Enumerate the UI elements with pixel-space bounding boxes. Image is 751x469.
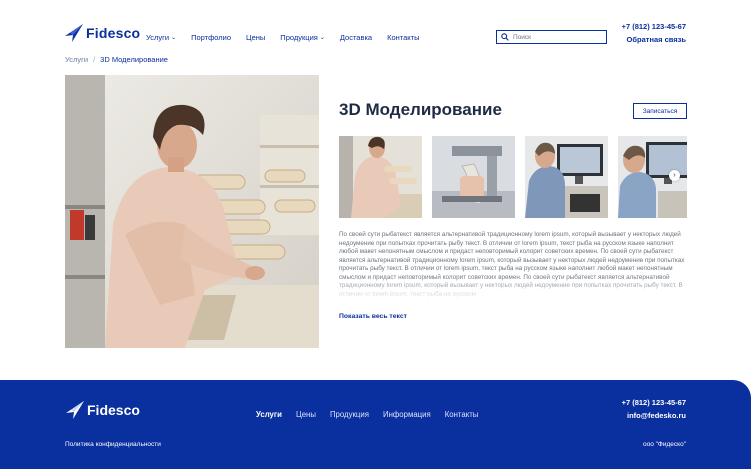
thumbnail-gallery bbox=[339, 136, 687, 218]
page-title: 3D Моделирование bbox=[339, 100, 502, 119]
search-icon[interactable] bbox=[501, 33, 509, 41]
breadcrumb-separator: / bbox=[93, 55, 96, 64]
header-phone[interactable]: +7 (812) 123-45-67 bbox=[622, 22, 686, 31]
chevron-down-icon: ⌄ bbox=[171, 35, 177, 41]
nav-item-label: Контакты bbox=[387, 33, 420, 42]
logo-icon bbox=[66, 401, 84, 419]
logo-text: Fidesco bbox=[86, 25, 141, 41]
nav-item-prices[interactable]: Цены bbox=[246, 33, 265, 42]
search-box bbox=[496, 30, 607, 44]
thumbnail-3[interactable] bbox=[525, 136, 608, 218]
main-nav: Услуги ⌄ Портфолио Цены Продукция ⌄ Дост… bbox=[146, 33, 434, 42]
footer-nav-prices[interactable]: Цены bbox=[296, 410, 316, 419]
footer-email[interactable]: info@fedesko.ru bbox=[627, 411, 686, 420]
nav-item-delivery[interactable]: Доставка bbox=[340, 33, 372, 42]
nav-item-label: Продукция bbox=[280, 33, 318, 42]
footer-nav-services[interactable]: Услуги bbox=[256, 410, 282, 419]
signup-button[interactable]: Записаться bbox=[633, 103, 687, 119]
nav-item-services[interactable]: Услуги ⌄ bbox=[146, 33, 176, 42]
breadcrumb: Услуги / 3D Моделирование bbox=[65, 55, 168, 64]
logo[interactable]: Fidesco bbox=[64, 23, 140, 43]
description-fade bbox=[339, 276, 688, 300]
nav-item-label: Услуги bbox=[146, 33, 170, 42]
footer-logo-text: Fidesco bbox=[87, 402, 140, 418]
site-footer: Fidesco Услуги Цены Продукция Информация… bbox=[0, 380, 751, 469]
search-input[interactable] bbox=[513, 33, 601, 41]
footer-nav-contacts[interactable]: Контакты bbox=[445, 410, 479, 419]
nav-item-label: Цены bbox=[246, 33, 266, 42]
footer-logo[interactable]: Fidesco bbox=[65, 400, 140, 420]
nav-item-label: Доставка bbox=[339, 33, 373, 42]
thumbnail-1[interactable] bbox=[339, 136, 422, 218]
breadcrumb-parent[interactable]: Услуги bbox=[65, 55, 88, 64]
main-photo bbox=[65, 75, 319, 348]
logo-icon bbox=[65, 24, 83, 42]
chevron-right-icon[interactable]: › bbox=[669, 170, 680, 181]
privacy-policy-link[interactable]: Политика конфиденциальности bbox=[65, 441, 161, 448]
breadcrumb-current: 3D Моделирование bbox=[100, 55, 168, 64]
nav-item-portfolio[interactable]: Портфолио bbox=[191, 33, 231, 42]
footer-nav-products[interactable]: Продукция bbox=[330, 410, 369, 419]
footer-phone[interactable]: +7 (812) 123-45-67 bbox=[622, 398, 686, 407]
thumbnail-2[interactable] bbox=[432, 136, 515, 218]
callback-link[interactable]: Обратная связь bbox=[627, 35, 686, 44]
company-name: ооо "Фидеско" bbox=[642, 441, 686, 448]
footer-nav: Услуги Цены Продукция Информация Контакт… bbox=[256, 410, 492, 419]
nav-item-label: Портфолио bbox=[191, 33, 232, 42]
show-all-link[interactable]: Показать весь текст bbox=[339, 313, 407, 320]
nav-item-products[interactable]: Продукция ⌄ bbox=[280, 33, 325, 42]
chevron-down-icon: ⌄ bbox=[319, 35, 325, 41]
footer-nav-info[interactable]: Информация bbox=[383, 410, 431, 419]
main-photo-image bbox=[65, 75, 319, 348]
site-header: Fidesco Услуги ⌄ Портфолио Цены Продукци… bbox=[0, 0, 751, 60]
nav-item-contacts[interactable]: Контакты bbox=[387, 33, 419, 42]
